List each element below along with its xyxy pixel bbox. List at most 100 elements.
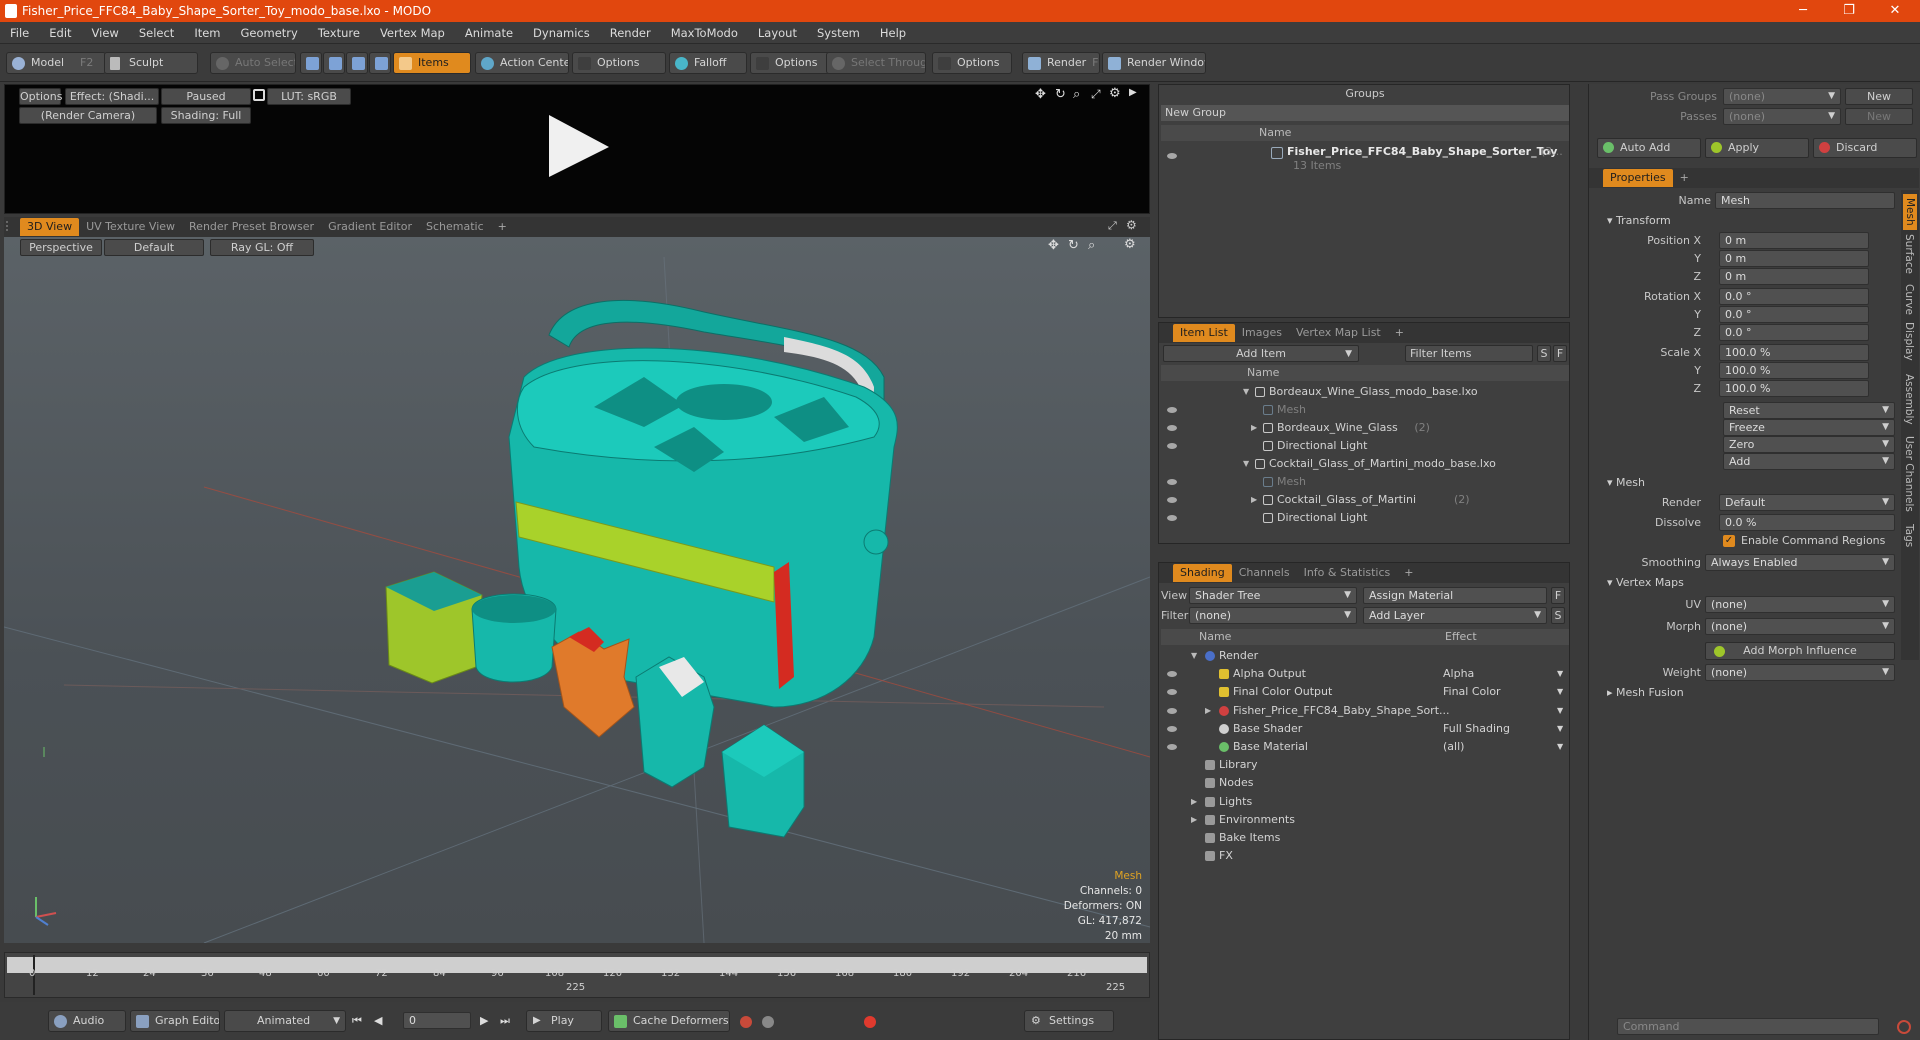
auto-add-button[interactable]: Auto Add	[1597, 138, 1701, 158]
action-center-options-button[interactable]: Options	[572, 52, 666, 74]
rotate-icon[interactable]: ↻	[1055, 87, 1066, 102]
menu-vertex-map[interactable]: Vertex Map	[370, 26, 455, 40]
go-end-icon[interactable]: ⏭	[500, 1014, 510, 1028]
tab-properties[interactable]: Properties	[1603, 169, 1673, 187]
render-dropdown[interactable]: Default ▼	[1719, 494, 1895, 511]
pan-icon[interactable]: ✥	[1035, 87, 1046, 102]
discard-button[interactable]: Discard	[1813, 138, 1917, 158]
scale-z-input[interactable]: 100.0 %	[1719, 380, 1869, 397]
gear-icon[interactable]: ⚙	[1109, 86, 1121, 101]
close-button[interactable]: ✕	[1872, 0, 1918, 22]
menu-view[interactable]: View	[82, 26, 129, 40]
zero-dropdown[interactable]: Zero ▼	[1723, 436, 1895, 453]
menu-layout[interactable]: Layout	[748, 26, 807, 40]
menu-render[interactable]: Render	[600, 26, 661, 40]
record-macro-icon[interactable]	[1897, 1020, 1911, 1034]
materials-mode-button[interactable]	[369, 52, 391, 74]
position-z-input[interactable]: 0 m	[1719, 268, 1869, 285]
shader-effect-dropdown[interactable]: Alpha	[1443, 665, 1567, 683]
expand-arrow-icon[interactable]: ▶	[1251, 419, 1257, 437]
shading-f-button[interactable]: F	[1551, 587, 1565, 604]
shading-dropdown[interactable]: Shading: Full	[161, 107, 251, 124]
tab-images[interactable]: Images	[1235, 324, 1289, 342]
eye-icon[interactable]	[1167, 497, 1177, 503]
preview-options-button[interactable]: Options	[19, 88, 62, 105]
key-icon[interactable]	[740, 1016, 752, 1028]
item-list-row[interactable]: ▶ Cocktail_Glass_of_Martini (2)	[1161, 491, 1567, 509]
eye-icon[interactable]	[1167, 425, 1177, 431]
maximize-button[interactable]: ❐	[1826, 0, 1872, 22]
expand-arrow-icon[interactable]: ▶	[1251, 491, 1257, 509]
gear-icon[interactable]: ⚙	[1126, 218, 1137, 232]
animated-dropdown[interactable]: Animated ▼	[224, 1010, 346, 1032]
transform-section[interactable]: ▾ Transform	[1607, 214, 1671, 227]
auto-select-button[interactable]: Auto Select	[210, 52, 296, 74]
filter-dropdown[interactable]: (none) ▼	[1189, 607, 1357, 624]
tab-schematic[interactable]: Schematic	[419, 218, 491, 236]
new-group-button[interactable]: New Group	[1161, 105, 1569, 121]
action-center-button[interactable]: Action Center	[475, 52, 569, 74]
shader-tree-row[interactable]: Nodes	[1161, 774, 1567, 792]
item-list-row[interactable]: Mesh	[1161, 401, 1567, 419]
new-pass-group-button[interactable]: New	[1845, 88, 1913, 105]
shader-tree-row[interactable]: ▼ Render	[1161, 647, 1567, 665]
item-list-row[interactable]: ▼ Cocktail_Glass_of_Martini_modo_base.lxo	[1161, 455, 1567, 473]
vertex-maps-section[interactable]: ▾ Vertex Maps	[1607, 576, 1684, 589]
maximize-icon[interactable]: ⤢	[1091, 87, 1101, 102]
eye-icon[interactable]	[1167, 744, 1177, 750]
step-forward-icon[interactable]: ▶	[480, 1014, 488, 1027]
item-list-row[interactable]: Mesh	[1161, 473, 1567, 491]
side-tab-tags[interactable]: Tags	[1903, 524, 1915, 547]
vertices-mode-button[interactable]	[300, 52, 322, 74]
shader-tree-row[interactable]: ▶ Environments	[1161, 811, 1567, 829]
scale-y-input[interactable]: 100.0 %	[1719, 362, 1869, 379]
group-item-name[interactable]: Fisher_Price_FFC84_Baby_Shape_Sorter_Toy	[1287, 145, 1557, 158]
name-input[interactable]: Mesh	[1715, 192, 1895, 209]
position-y-input[interactable]: 0 m	[1719, 250, 1869, 267]
uv-dropdown[interactable]: (none) ▼	[1705, 596, 1895, 613]
expand-arrow-icon[interactable]: ▼	[1243, 455, 1249, 473]
add-dropdown[interactable]: Add ▼	[1723, 453, 1895, 470]
play-icon[interactable]	[543, 111, 613, 181]
eye-icon[interactable]	[1167, 689, 1177, 696]
morph-dropdown[interactable]: (none) ▼	[1705, 618, 1895, 635]
smoothing-dropdown[interactable]: Always Enabled ▼	[1705, 554, 1895, 571]
eye-icon[interactable]	[1167, 407, 1177, 413]
lock-icon[interactable]	[253, 89, 265, 101]
assign-material-dropdown[interactable]: Assign Material	[1363, 587, 1547, 604]
menu-item[interactable]: Item	[184, 26, 230, 40]
command-input[interactable]: Command	[1617, 1018, 1879, 1035]
side-tab-display[interactable]: Display	[1903, 322, 1915, 361]
reset-dropdown[interactable]: Reset ▼	[1723, 402, 1895, 419]
menu-texture[interactable]: Texture	[308, 26, 370, 40]
apply-button[interactable]: Apply	[1705, 138, 1809, 158]
model-button[interactable]: Model F2	[6, 52, 106, 74]
eye-icon[interactable]	[1167, 515, 1177, 521]
shader-tree-row[interactable]: ▶ Lights	[1161, 793, 1567, 811]
weight-dropdown[interactable]: (none) ▼	[1705, 664, 1895, 681]
position-x-input[interactable]: 0 m	[1719, 232, 1869, 249]
maximize-icon[interactable]: ⤢	[1108, 219, 1117, 233]
shader-tree-row[interactable]: Bake Items	[1161, 829, 1567, 847]
lut-dropdown[interactable]: LUT: sRGB	[267, 88, 351, 105]
pass-groups-dropdown[interactable]: (none) ▼	[1723, 88, 1841, 105]
shader-effect-dropdown[interactable]: Final Color	[1443, 683, 1567, 701]
sculpt-button[interactable]: Sculpt	[104, 52, 198, 74]
filter-f-button[interactable]: F	[1553, 345, 1567, 362]
record-icon[interactable]	[864, 1016, 876, 1028]
menu-help[interactable]: Help	[870, 26, 916, 40]
expand-arrow-icon[interactable]: ▼	[1191, 647, 1197, 665]
eye-icon[interactable]	[1167, 443, 1177, 449]
tab-info-statistics[interactable]: Info & Statistics	[1297, 564, 1398, 582]
new-pass-button[interactable]: New	[1845, 108, 1913, 125]
add-tab-button[interactable]: +	[491, 218, 514, 236]
zoom-icon[interactable]: ⌕	[1073, 87, 1080, 102]
play-button[interactable]: ▶ Play	[526, 1010, 602, 1032]
view-dropdown[interactable]: Shader Tree ▼	[1189, 587, 1357, 604]
rotation-y-input[interactable]: 0.0 °	[1719, 306, 1869, 323]
side-tab-curve[interactable]: Curve	[1903, 284, 1915, 315]
shader-effect-dropdown[interactable]: Full Shading	[1443, 720, 1567, 738]
select-through-options-button[interactable]: Options	[932, 52, 1012, 74]
item-list-row[interactable]: ▶ Bordeaux_Wine_Glass (2)	[1161, 419, 1567, 437]
dissolve-input[interactable]: 0.0 %	[1719, 514, 1895, 531]
